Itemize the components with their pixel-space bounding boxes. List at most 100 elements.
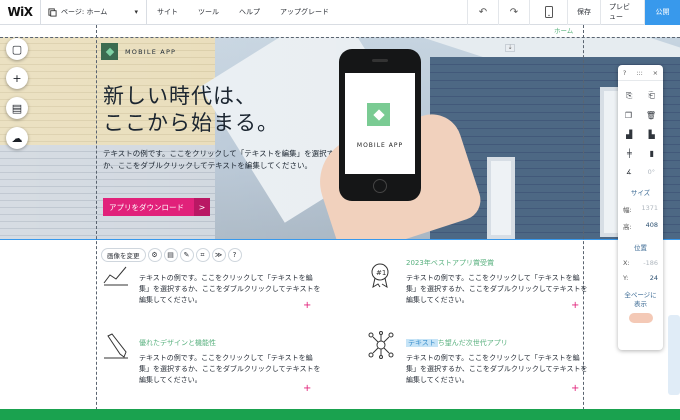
expand-plus-icon[interactable]: +: [303, 383, 311, 394]
inspector-panel: ? ::: × ⎘ ⎗ ❐ 🗑 ▟ ▙ ╪ ▮ ∡ 0° サイズ 幅: 1371 高: 408…: [618, 65, 663, 350]
width-field[interactable]: 幅: 1371: [618, 204, 663, 214]
panel-row-1: ⎘ ⎗: [618, 91, 663, 101]
page-selector-label: ページ: ホーム: [61, 8, 108, 16]
save-button[interactable]: 保存: [567, 0, 600, 25]
selection-outline: [0, 239, 680, 240]
element-toolbar: 画像を変更 ⚙ ▤ ✎ ⌗ ≫ ?: [101, 248, 242, 262]
add-section-icon[interactable]: ▢: [6, 38, 28, 60]
pencil-icon: [104, 333, 128, 359]
preview-button[interactable]: プレビュー: [600, 0, 644, 25]
x-field[interactable]: X: -186: [618, 259, 663, 267]
close-icon[interactable]: ×: [653, 69, 658, 77]
chevron-down-icon: ▾: [134, 8, 138, 16]
headline-line-1: 新しい時代は、: [103, 84, 257, 108]
height-label: 高:: [623, 223, 632, 231]
menu-help[interactable]: ヘルプ: [229, 0, 270, 25]
gridline-top: [0, 37, 680, 38]
copy-icon[interactable]: ⎘: [626, 91, 632, 101]
feature-4-title-rest: ち望んだ次世代アプリ: [437, 339, 508, 347]
phone-home-button: [373, 179, 387, 193]
x-label: X:: [623, 259, 630, 267]
x-value: -186: [643, 259, 658, 267]
crop-icon[interactable]: ⌗: [195, 248, 210, 262]
distribute-icon[interactable]: ▮: [650, 149, 654, 158]
editor-root: WiX ページ: ホーム ▾ サイト ツール ヘルプ アップグレード ↶ ↷ 保…: [0, 0, 680, 420]
layout-icon[interactable]: ▤: [163, 248, 178, 262]
feature-3-title: 優れたデザインと機能性: [139, 339, 216, 347]
media-icon[interactable]: ▤: [6, 97, 28, 119]
feature-4-title-highlight: テキスト: [406, 339, 438, 347]
window-image: [487, 157, 515, 239]
undo-icon[interactable]: ↶: [467, 0, 498, 25]
page-selector[interactable]: ページ: ホーム ▾: [40, 0, 147, 25]
feature-1-text: テキストの例です。ここをクリックして「テキストを編集」を選択するか、ここをダブル…: [139, 274, 321, 304]
help-icon[interactable]: ?: [623, 69, 626, 77]
menu-tools[interactable]: ツール: [188, 0, 229, 25]
panel-row-rotate: ∡ 0°: [618, 168, 663, 176]
feature-2-title: 2023年ベストアプリ賞受賞: [406, 259, 494, 267]
size-section-label: サイズ: [630, 189, 651, 197]
duplicate-icon[interactable]: ❐: [625, 111, 632, 120]
download-app-label: アプリをダウンロード: [103, 198, 194, 216]
wix-logo[interactable]: WiX: [0, 5, 40, 19]
panel-row-3: ▟ ▙: [618, 130, 663, 139]
redo-icon[interactable]: ↷: [498, 0, 529, 25]
hero-description[interactable]: テキストの例です。ここをクリックして「テキストを編集」を選択するか、ここをダブル…: [103, 148, 348, 172]
add-icon[interactable]: +: [6, 67, 28, 89]
panel-row-2: ❐ 🗑: [618, 111, 663, 120]
mobile-icon[interactable]: [529, 0, 567, 25]
change-image-button[interactable]: 画像を変更: [101, 248, 146, 262]
editor-topbar: WiX ページ: ホーム ▾ サイト ツール ヘルプ アップグレード ↶ ↷ 保…: [0, 0, 680, 25]
menu-site[interactable]: サイト: [147, 0, 188, 25]
editor-canvas[interactable]: MOBILE APP 新しい時代は、 ここから始まる。 テキストの例です。ここを…: [0, 25, 680, 420]
height-value: 408: [645, 221, 658, 229]
medal-icon: #1: [371, 263, 389, 288]
height-field[interactable]: 高: 408: [618, 221, 663, 231]
y-value: 24: [649, 274, 658, 282]
chart-icon: [103, 266, 128, 286]
width-label: 幅:: [623, 206, 632, 214]
download-app-button[interactable]: アプリをダウンロード >: [103, 198, 210, 216]
hero-strip[interactable]: MOBILE APP 新しい時代は、 ここから始まる。 テキストの例です。ここを…: [0, 37, 680, 239]
topbar-actions: ↶ ↷ 保存 プレビュー 公開: [467, 0, 680, 25]
expand-plus-icon[interactable]: +: [571, 300, 579, 311]
position-section-label: 位置: [634, 244, 647, 252]
phone-speaker: [372, 59, 388, 62]
y-field[interactable]: Y: 24: [618, 274, 663, 282]
help-icon[interactable]: ?: [227, 248, 242, 262]
show-all-pages-label: 全ページに表示: [624, 291, 657, 308]
menu-upgrade[interactable]: アップグレード: [270, 0, 339, 25]
align-icon[interactable]: ╪: [627, 149, 632, 158]
headline-line-2: ここから始まる。: [103, 111, 279, 135]
drag-handle-icon[interactable]: :::: [636, 69, 643, 77]
settings-icon[interactable]: ⚙: [147, 248, 162, 262]
feature-4-text: テキストの例です。ここをクリックして「テキストを編集」を選択するか、ここをダブル…: [406, 354, 588, 384]
page-icon: [48, 7, 57, 17]
app-logo-icon: [367, 103, 390, 126]
gridline-left: [96, 25, 97, 420]
scrollbar-handle[interactable]: [668, 315, 680, 395]
expand-plus-icon[interactable]: +: [303, 300, 311, 311]
expand-plus-icon[interactable]: +: [571, 383, 579, 394]
animation-icon[interactable]: ≫: [211, 248, 226, 262]
publish-button[interactable]: 公開: [644, 0, 680, 25]
rotate-icon[interactable]: ∡: [626, 168, 632, 176]
paste-icon[interactable]: ⎗: [649, 91, 655, 101]
arrange-back-icon[interactable]: ▙: [649, 130, 655, 139]
svg-text:#1: #1: [376, 269, 386, 277]
delete-icon[interactable]: 🗑: [646, 111, 656, 120]
feature-3-text: テキストの例です。ここをクリックして「テキストを編集」を選択するか、ここをダブル…: [139, 354, 321, 384]
angle-value[interactable]: 0°: [648, 168, 655, 176]
arrange-forward-icon[interactable]: ▟: [626, 130, 632, 139]
panel-row-4: ╪ ▮: [618, 149, 663, 158]
edit-icon[interactable]: ✎: [179, 248, 194, 262]
hero-headline[interactable]: 新しい時代は、 ここから始まる。: [103, 83, 279, 137]
section-anchor-top[interactable]: ⇣: [505, 44, 515, 52]
arrow-right-icon: >: [194, 198, 210, 216]
section-label: ホーム: [554, 27, 574, 35]
show-all-pages-toggle[interactable]: [628, 313, 653, 323]
brand-logo-icon[interactable]: [101, 43, 118, 60]
upload-icon[interactable]: ☁: [6, 127, 28, 149]
brand-name[interactable]: MOBILE APP: [125, 48, 176, 56]
footer-strip[interactable]: [0, 409, 680, 420]
